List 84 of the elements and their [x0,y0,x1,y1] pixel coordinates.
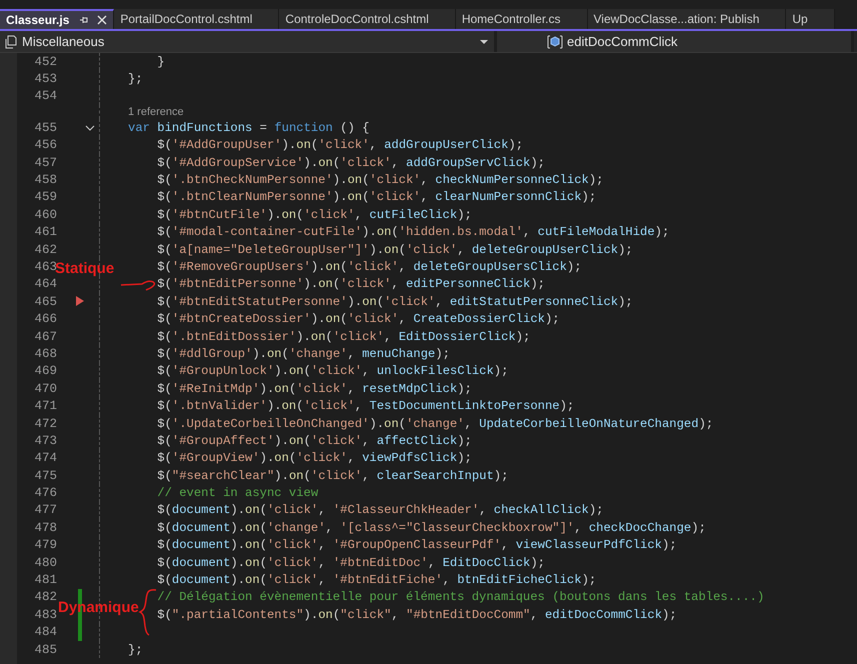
line-number: 483 [33,608,57,622]
code-line: $("#searchClear").on('click', clearSearchInput); [157,468,508,483]
line-number: 465 [33,294,57,309]
line-number: 466 [33,312,57,326]
brace-annotation [138,588,158,636]
code-line: $(document).on('change', '[class^="ClasseurCheckboxrow"]', checkDocChange); [157,520,706,535]
code-line: $('.btnCheckNumPersonne').on('click', checkNumPersonneClick); [157,173,604,188]
pin-icon[interactable] [79,15,90,25]
line-number: 459 [33,190,57,204]
close-icon[interactable] [97,15,108,25]
code-line: $('#btnEditPersonne').on('click', editPersonneClick); [157,277,545,292]
code-line: $(document).on('click', '#btnEditDoc', EditDocClick); [157,556,545,570]
line-number: 472 [33,416,57,430]
line-number: 480 [33,556,57,570]
code-line: $(document).on('click', '#ClasseurChkHeader', checkAllClick); [157,503,604,518]
member-dropdown[interactable]: editDocCommClick [497,31,854,52]
file-tab[interactable]: ControleDocControl.cshtml [279,9,456,29]
code-line: $(".partialContents").on("click", "#btnEditDocComm", editDocCommClick); [157,608,677,622]
line-number: 477 [33,503,57,518]
cube-icon [547,34,563,48]
scope-dropdown[interactable]: Miscellaneous [0,31,497,52]
code-line: } [157,54,165,69]
line-number: 482 [33,590,57,604]
codelens-reference[interactable]: 1 reference [100,106,184,118]
line-number: 474 [33,451,57,466]
code-line: }; [128,642,143,657]
line-number: 473 [33,434,57,448]
file-tab[interactable]: Up [786,9,835,29]
line-number: 468 [33,346,57,361]
annotation-label: Dynamique [58,599,139,616]
line-number: 462 [33,242,57,257]
line-number: 457 [33,156,57,170]
code-line: $('#GroupAffect').on('click', affectClick); [157,434,472,448]
code-line: $('.btnClearNumPersonne').on('click', clearNumPersonnClick); [157,190,596,204]
line-number: 470 [33,382,57,396]
caret-icon [480,40,488,44]
line-number: 467 [33,330,57,344]
code-line: $(document).on('click', '#btnEditFiche', btnEditFicheClick); [157,573,596,588]
file-icon [4,34,18,48]
code-line: $('#GroupUnlock').on('click', unlockFilesClick); [157,364,508,378]
code-line: var bindFunctions = function () { [128,120,370,135]
line-number: 471 [33,399,57,414]
code-line: $('#ddlGroup').on('change', menuChange); [157,346,450,361]
code-line: $('#btnCutFile').on('click', cutFileClick); [157,208,472,222]
code-line: $('#AddGroupUser').on('click', addGroupUserClick); [157,138,524,152]
line-number: 475 [33,468,57,483]
code-line: $('a[name="DeleteGroupUser"]').on('click', deleteGroupUserClick); [157,242,633,257]
code-line: $('#btnEditStatutPersonne').on('click', editStatutPersonneClick); [157,294,633,309]
line-number: 453 [33,72,57,86]
line-number: 485 [33,642,57,657]
line-number: 484 [33,625,57,640]
line-number: 478 [33,520,57,535]
code-line: $('#RemoveGroupUsers').on('click', deleteGroupUsersClick); [157,260,582,274]
line-number: 479 [33,538,57,552]
code-line: }; [128,72,143,86]
code-line: $('.btnEditDossier').on('click', EditDossierClick); [157,330,530,344]
line-number: 454 [33,89,57,104]
collapse-icon[interactable] [85,124,95,131]
code-line: $('#GroupView').on('click', viewPdfsClick); [157,451,472,466]
line-number: 469 [33,364,57,378]
code-line: $('#btnCreateDossier').on('click', CreateDossierClick); [157,312,560,326]
line-number: 458 [33,173,57,188]
code-line: $('#AddGroupService').on('click', addGroupServClick); [157,156,545,170]
file-tab[interactable]: PortailDocControl.cshtml [114,9,280,29]
line-number: 455 [33,120,57,135]
file-tab[interactable]: HomeController.cs [456,9,588,29]
line-number: 461 [33,225,57,240]
line-number: 464 [33,277,57,292]
annotation-label: Statique [55,260,114,277]
code-line: $('.btnValider').on('click', TestDocumentLinktoPersonne); [157,399,574,414]
code-line: // Délégation évènementielle pour éléments dynamiques (boutons dans les tables....) [157,590,764,604]
line-number: 463 [33,260,57,274]
file-tab[interactable]: Classeur.js [0,9,114,29]
file-tab[interactable]: ViewDocClasse...ation: Publish [588,9,786,29]
code-line: $(document).on('click', '#GroupOpenClasseurPdf', viewClasseurPdfClick); [157,538,677,552]
code-line: $('#ReInitMdp').on('click', resetMdpClick); [157,382,472,396]
line-number: 481 [33,573,57,588]
line-number: 460 [33,208,57,222]
code-line: $('#modal-container-cutFile').on('hidden.bs.modal', cutFileModalHide); [157,225,670,240]
code-line: // event in async view [157,486,318,500]
line-number: 476 [33,486,57,500]
line-number: 452 [33,54,57,69]
line-number: 456 [33,138,57,152]
code-line: $('.UpdateCorbeilleOnChanged').on('change', UpdateCorbeilleOnNatureChanged); [157,416,714,430]
